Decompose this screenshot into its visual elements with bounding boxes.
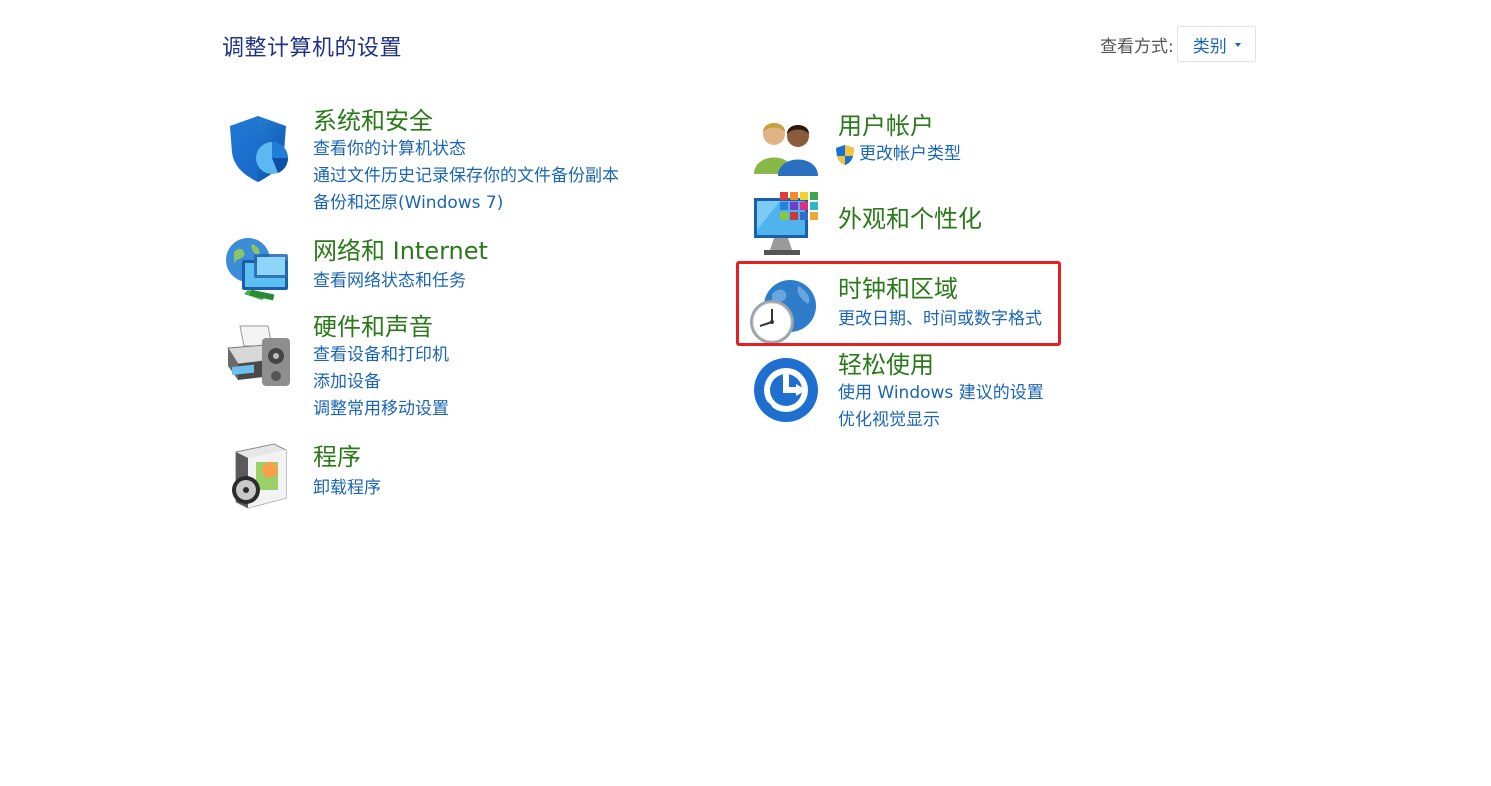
- link-add-device[interactable]: 添加设备: [313, 369, 449, 396]
- link-optimize-visual-display[interactable]: 优化视觉显示: [838, 407, 1044, 434]
- category-title[interactable]: 网络和 Internet: [313, 236, 488, 266]
- category-title[interactable]: 系统和安全: [313, 106, 619, 136]
- view-by: 查看方式: 类别: [1100, 26, 1256, 62]
- programs-icon[interactable]: [222, 440, 294, 512]
- users-icon[interactable]: [750, 112, 822, 184]
- chevron-down-icon: [1234, 43, 1241, 47]
- link-mobility-settings[interactable]: 调整常用移动设置: [313, 396, 449, 423]
- link-recommended-settings[interactable]: 使用 Windows 建议的设置: [838, 380, 1044, 407]
- view-by-value: 类别: [1192, 36, 1227, 57]
- display-icon[interactable]: [750, 190, 822, 262]
- link-view-computer-status[interactable]: 查看你的计算机状态: [313, 136, 619, 163]
- link-devices-printers[interactable]: 查看设备和打印机: [313, 342, 449, 369]
- category-title[interactable]: 轻松使用: [838, 350, 1044, 380]
- link-backup-restore[interactable]: 备份和还原(Windows 7): [313, 190, 619, 217]
- link-file-history[interactable]: 通过文件历史记录保存你的文件备份副本: [313, 163, 619, 190]
- link-change-account-type[interactable]: 更改帐户类型: [834, 141, 961, 168]
- printer-icon[interactable]: [222, 320, 294, 392]
- link-network-status[interactable]: 查看网络状态和任务: [313, 268, 488, 295]
- link-label: 更改帐户类型: [859, 144, 961, 164]
- ease-of-access-icon[interactable]: [750, 354, 822, 426]
- page-title: 调整计算机的设置: [222, 36, 403, 61]
- category-title[interactable]: 硬件和声音: [313, 312, 449, 342]
- link-uninstall-program[interactable]: 卸载程序: [313, 475, 381, 502]
- uac-shield-icon: [836, 144, 854, 165]
- view-by-dropdown[interactable]: 类别: [1176, 26, 1256, 62]
- highlight-box: [736, 261, 1061, 346]
- category-title[interactable]: 程序: [313, 442, 381, 472]
- category-title[interactable]: 外观和个性化: [838, 204, 982, 234]
- category-title[interactable]: 用户帐户: [838, 111, 961, 141]
- network-icon[interactable]: [222, 234, 294, 306]
- shield-icon[interactable]: [222, 112, 294, 184]
- view-by-label: 查看方式:: [1100, 36, 1174, 57]
